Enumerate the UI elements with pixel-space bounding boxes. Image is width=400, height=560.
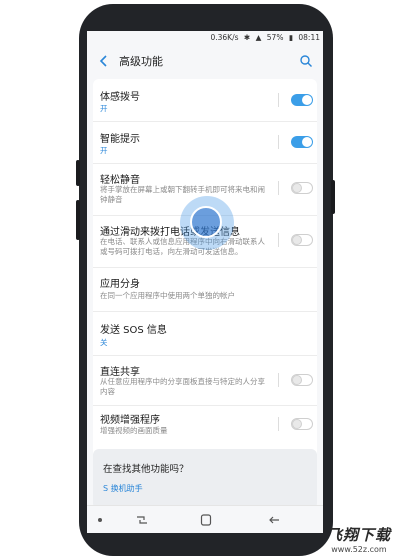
navigation-bar <box>87 505 323 533</box>
settings-list: 体感拨号 开 智能提示 开 轻松静音 将手掌放在屏幕上或朝下翻转手机即可将来电和… <box>93 79 317 489</box>
divider <box>278 93 279 107</box>
toggle-switch[interactable] <box>291 94 313 106</box>
item-title: 轻松静音 <box>100 175 140 186</box>
battery-level: 57% <box>266 33 284 42</box>
toggle-switch[interactable] <box>291 234 313 246</box>
page-title: 高级功能 <box>119 55 163 68</box>
more-features-title: 在查找其他功能吗？ <box>103 464 189 475</box>
status-bar: 0.36K/s ✱ ▲ 57% ▮ 08:11 <box>87 31 323 45</box>
battery-icon: ▮ <box>288 33 293 42</box>
watermark: 飞翔下载 www.52z.com <box>324 524 394 554</box>
watermark-url: www.52z.com <box>331 545 387 554</box>
list-item-direct-share[interactable]: 直连共享 从任意应用程序中的分享面板直接与特定的人分享内容 <box>93 355 317 406</box>
toggle-switch[interactable] <box>291 374 313 386</box>
watermark-logo: 飞翔下载 <box>326 526 391 544</box>
divider <box>278 417 279 431</box>
more-features-card: 在查找其他功能吗？ S 换机助手 <box>93 449 317 509</box>
bluetooth-icon: ✱ <box>243 33 251 42</box>
divider <box>278 373 279 387</box>
item-subtitle: 在电话、联系人或信息应用程序中向右滑动联系人或号码可拨打电话，向左滑动可发送信息… <box>100 237 265 256</box>
item-title: 智能提示 <box>100 134 140 145</box>
power-button <box>331 180 335 214</box>
toggle-switch[interactable] <box>291 182 313 194</box>
recent-apps-icon[interactable] <box>135 513 149 527</box>
divider <box>278 233 279 247</box>
item-status: 开 <box>100 146 108 155</box>
list-item-video-enhancer[interactable]: 视频增强程序 增强视频的画面质量 <box>93 405 317 445</box>
item-title: 直连共享 <box>100 367 140 378</box>
item-subtitle: 增强视频的画面质量 <box>100 426 168 435</box>
back-arrow-icon[interactable] <box>97 54 111 68</box>
item-status: 关 <box>100 338 108 347</box>
list-item-motion-dial[interactable]: 体感拨号 开 <box>93 79 317 122</box>
toggle-switch[interactable] <box>291 136 313 148</box>
app-header: 高级功能 <box>87 45 323 79</box>
back-button-icon[interactable] <box>267 513 281 527</box>
item-subtitle: 将手掌放在屏幕上或朝下翻转手机即可将来电和闹钟静音 <box>100 185 265 204</box>
divider <box>278 135 279 149</box>
clock: 08:11 <box>298 33 320 42</box>
toggle-switch[interactable] <box>291 418 313 430</box>
divider <box>278 181 279 195</box>
item-title: 发送 SOS 信息 <box>100 325 167 336</box>
item-subtitle: 在同一个应用程序中使用两个单独的帐户 <box>100 291 235 300</box>
touch-indicator-center <box>190 206 222 238</box>
item-subtitle: 从任意应用程序中的分享面板直接与特定的人分享内容 <box>100 377 265 396</box>
home-button-icon[interactable] <box>200 513 212 527</box>
network-speed: 0.36K/s <box>210 33 239 42</box>
list-item-dual-messenger[interactable]: 应用分身 在同一个应用程序中使用两个单独的帐户 <box>93 267 317 312</box>
signal-icon: ▲ <box>255 33 262 42</box>
phone-screen: 0.36K/s ✱ ▲ 57% ▮ 08:11 高级功能 体感拨号 开 智能提示… <box>87 31 323 533</box>
item-title: 体感拨号 <box>100 92 140 103</box>
list-item-sos-message[interactable]: 发送 SOS 信息 关 <box>93 311 317 356</box>
item-status: 开 <box>100 104 108 113</box>
smart-switch-link[interactable]: S 换机助手 <box>103 483 143 494</box>
item-title: 应用分身 <box>100 279 140 290</box>
volume-button <box>76 200 80 240</box>
volume-button <box>76 160 80 186</box>
item-title: 视频增强程序 <box>100 415 160 426</box>
search-icon[interactable] <box>299 54 313 68</box>
touch-indicator <box>180 196 234 250</box>
list-item-smart-alert[interactable]: 智能提示 开 <box>93 121 317 164</box>
dot-icon <box>98 518 102 522</box>
